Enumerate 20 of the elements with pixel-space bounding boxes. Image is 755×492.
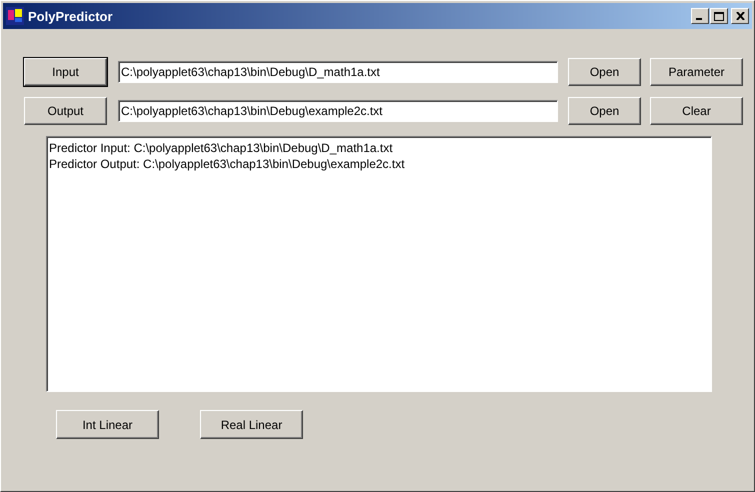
- open-button[interactable]: Open: [568, 97, 641, 125]
- input-button[interactable]: Input: [24, 58, 107, 86]
- path-field[interactable]: C:\polyapplet63\chap13\bin\Debug\example2c.txt: [118, 100, 558, 122]
- app-icon: [6, 7, 24, 25]
- log-line: Predictor Input: C:\polyapplet63\chap13\bin\Debug\D_math1a.txt: [49, 140, 394, 156]
- real-linear-button[interactable]: Real Linear: [200, 410, 303, 439]
- minimize-button[interactable]: [691, 8, 709, 24]
- path-field[interactable]: C:\polyapplet63\chap13\bin\Debug\D_math1a.txt: [118, 61, 558, 83]
- int-linear-button[interactable]: Int Linear: [56, 410, 159, 439]
- parameter-button[interactable]: Parameter: [650, 58, 743, 86]
- open-button[interactable]: Open: [568, 58, 641, 86]
- close-button[interactable]: [731, 8, 749, 24]
- log-area[interactable]: Predictor Input: C:\polyapplet63\chap13\bin\Debug\D_math1a.txt Predictor Output: C:\polyapplet63\chap13\bin\Debug\example2c.txt: [46, 136, 712, 392]
- close-icon: [736, 12, 744, 20]
- log-line: Predictor Output: C:\polyapplet63\chap13\bin\Debug\example2c.txt: [49, 156, 406, 172]
- clear-button[interactable]: Clear: [650, 97, 743, 125]
- output-button[interactable]: Output: [24, 97, 107, 125]
- window-title: PolyPredictor: [28, 8, 113, 24]
- maximize-button[interactable]: [710, 8, 728, 24]
- maximize-icon: [714, 12, 724, 20]
